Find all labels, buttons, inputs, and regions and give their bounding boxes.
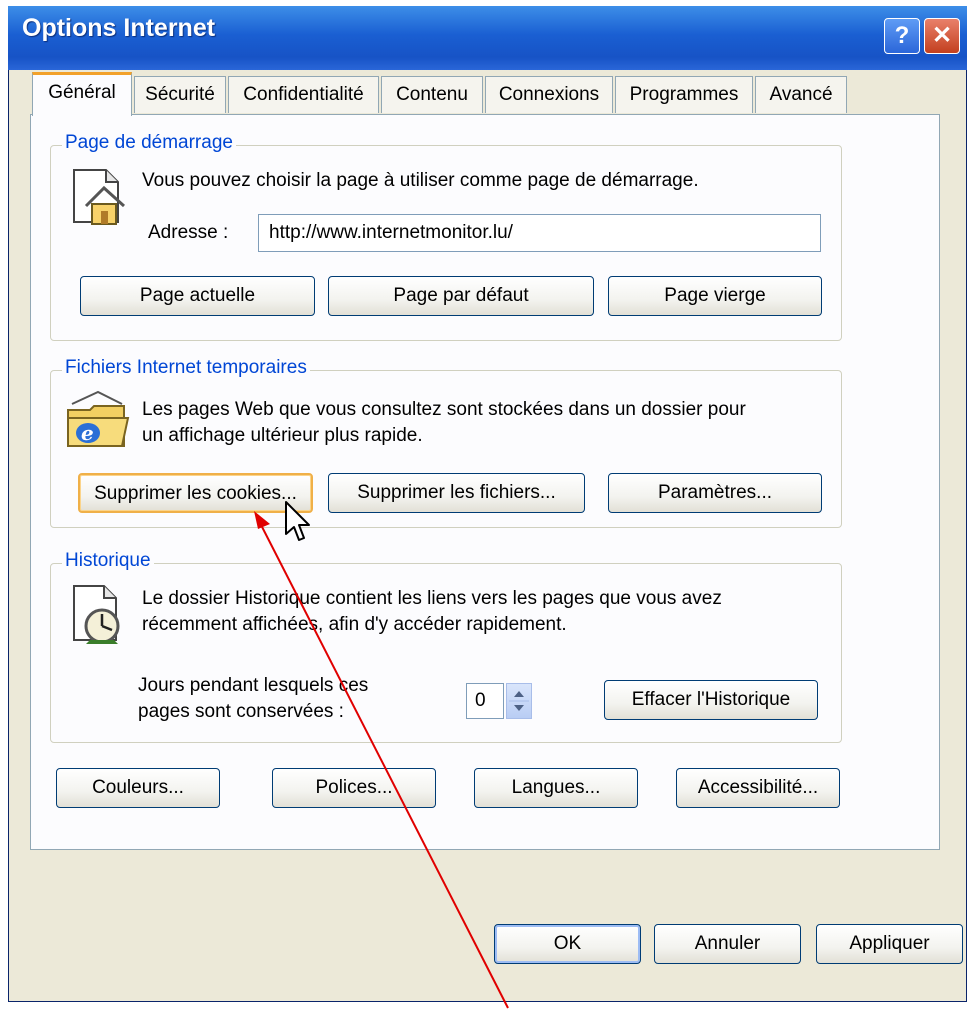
close-button[interactable]: ✕ [924,18,960,54]
default-page-button[interactable]: Page par défaut [328,276,594,316]
delete-files-button[interactable]: Supprimer les fichiers... [328,473,585,513]
days-label-line1: Jours pendant lesquels ces [138,675,369,696]
mouse-cursor-icon [285,501,310,541]
temp-files-description-line2: un affichage ultérieur plus rapide. [142,425,423,446]
tab-security[interactable]: Sécurité [134,76,226,113]
clear-history-button[interactable]: Effacer l'Historique [604,680,818,720]
days-spinner[interactable] [506,683,532,719]
tab-advanced[interactable]: Avancé [755,76,847,113]
ie-folder-icon: e [67,390,130,447]
address-label: Adresse : [148,222,229,243]
spinner-arrows-icon [509,691,529,711]
svg-text:e: e [81,421,94,445]
history-clock-icon [73,585,120,644]
history-description-line1: Le dossier Historique contient les liens… [142,588,722,609]
apply-button[interactable]: Appliquer [816,924,963,964]
days-label-line2: pages sont conservées : [138,701,344,722]
tab-connections[interactable]: Connexions [485,76,613,113]
current-page-button[interactable]: Page actuelle [80,276,315,316]
temp-files-description-line1: Les pages Web que vous consultez sont st… [142,399,746,420]
tab-privacy[interactable]: Confidentialité [228,76,379,113]
settings-button[interactable]: Paramètres... [608,473,822,513]
days-input[interactable]: 0 [466,683,504,719]
homepage-legend: Page de démarrage [62,132,236,154]
help-button[interactable]: ? [884,18,920,54]
accessibility-button[interactable]: Accessibilité... [676,768,840,808]
colors-button[interactable]: Couleurs... [56,768,220,808]
cancel-button[interactable]: Annuler [654,924,801,964]
homepage-description: Vous pouvez choisir la page à utiliser c… [142,170,699,191]
tab-content[interactable]: Contenu [381,76,483,113]
address-input[interactable]: http://www.internetmonitor.lu/ [258,214,821,252]
tab-general[interactable]: Général [32,72,132,116]
temp-files-legend: Fichiers Internet temporaires [62,357,310,379]
history-description-line2: récemment affichées, afin d'y accéder ra… [142,614,567,635]
fonts-button[interactable]: Polices... [272,768,436,808]
house-page-icon [73,169,126,225]
ok-button[interactable]: OK [494,924,641,964]
delete-cookies-button[interactable]: Supprimer les cookies... [78,473,313,513]
languages-button[interactable]: Langues... [474,768,638,808]
tab-programs[interactable]: Programmes [615,76,753,113]
history-legend: Historique [62,550,154,572]
blank-page-button[interactable]: Page vierge [608,276,822,316]
window-title: Options Internet [22,14,216,42]
